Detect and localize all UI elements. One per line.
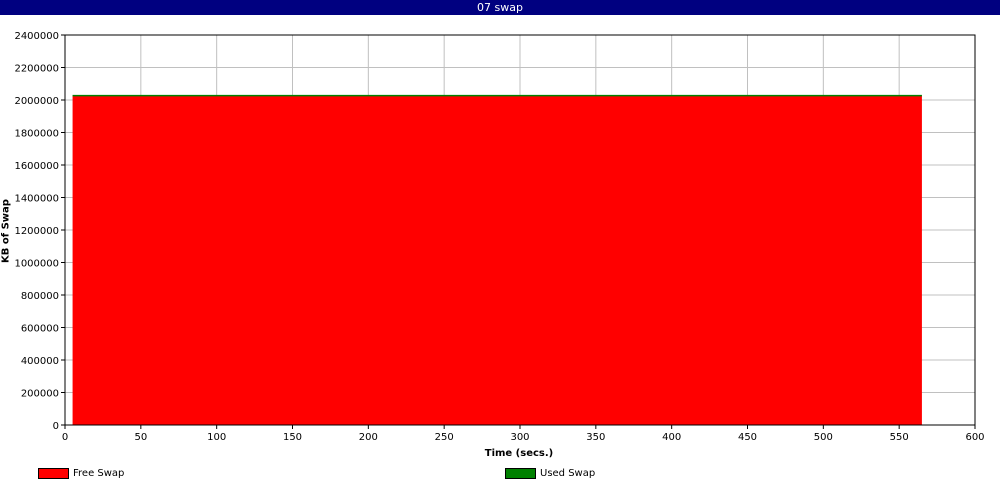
x-tick-label: 400 xyxy=(662,432,681,443)
y-tick-label: 200000 xyxy=(21,389,59,400)
legend-label-used-swap: Used Swap xyxy=(540,467,596,479)
y-tick-label: 400000 xyxy=(21,356,59,367)
x-tick-label: 500 xyxy=(814,432,833,443)
y-tick-label: 1600000 xyxy=(14,161,59,172)
x-tick-label: 50 xyxy=(134,432,147,443)
legend-label-free-swap: Free Swap xyxy=(73,467,125,479)
x-tick-label: 150 xyxy=(283,432,302,443)
area-free-swap xyxy=(72,95,922,426)
y-tick-label: 2000000 xyxy=(14,96,59,107)
x-tick-label: 450 xyxy=(738,432,757,443)
x-tick-label: 600 xyxy=(965,432,984,443)
x-tick-label: 0 xyxy=(62,432,68,443)
y-tick-label: 1800000 xyxy=(14,129,59,140)
legend-swatch-free-swap xyxy=(38,467,69,479)
x-tick-label: 550 xyxy=(890,432,909,443)
y-tick-label: 0 xyxy=(53,421,59,432)
y-tick-label: 2200000 xyxy=(14,64,59,75)
legend-item-used-swap: Used Swap xyxy=(505,467,595,479)
y-tick-label: 800000 xyxy=(21,291,59,302)
y-axis-label: KB of Swap xyxy=(0,199,12,263)
x-tick-label: 200 xyxy=(359,432,378,443)
y-tick-label: 2400000 xyxy=(14,31,59,42)
legend-item-free-swap: Free Swap xyxy=(38,467,124,479)
x-tick-label: 100 xyxy=(207,432,226,443)
legend-swatch-used-swap xyxy=(505,467,536,479)
y-tick-label: 1000000 xyxy=(14,259,59,270)
y-tick-label: 1400000 xyxy=(14,194,59,205)
y-tick-label: 600000 xyxy=(21,324,59,335)
x-tick-label: 250 xyxy=(435,432,454,443)
x-tick-label: 350 xyxy=(586,432,605,443)
x-axis-label: Time (secs.) xyxy=(484,448,554,459)
y-tick-label: 1200000 xyxy=(14,226,59,237)
chart-area: 0 200000 400000 600000 800000 1000000 1200000 1… xyxy=(14,31,984,443)
x-tick-label: 300 xyxy=(510,432,529,443)
